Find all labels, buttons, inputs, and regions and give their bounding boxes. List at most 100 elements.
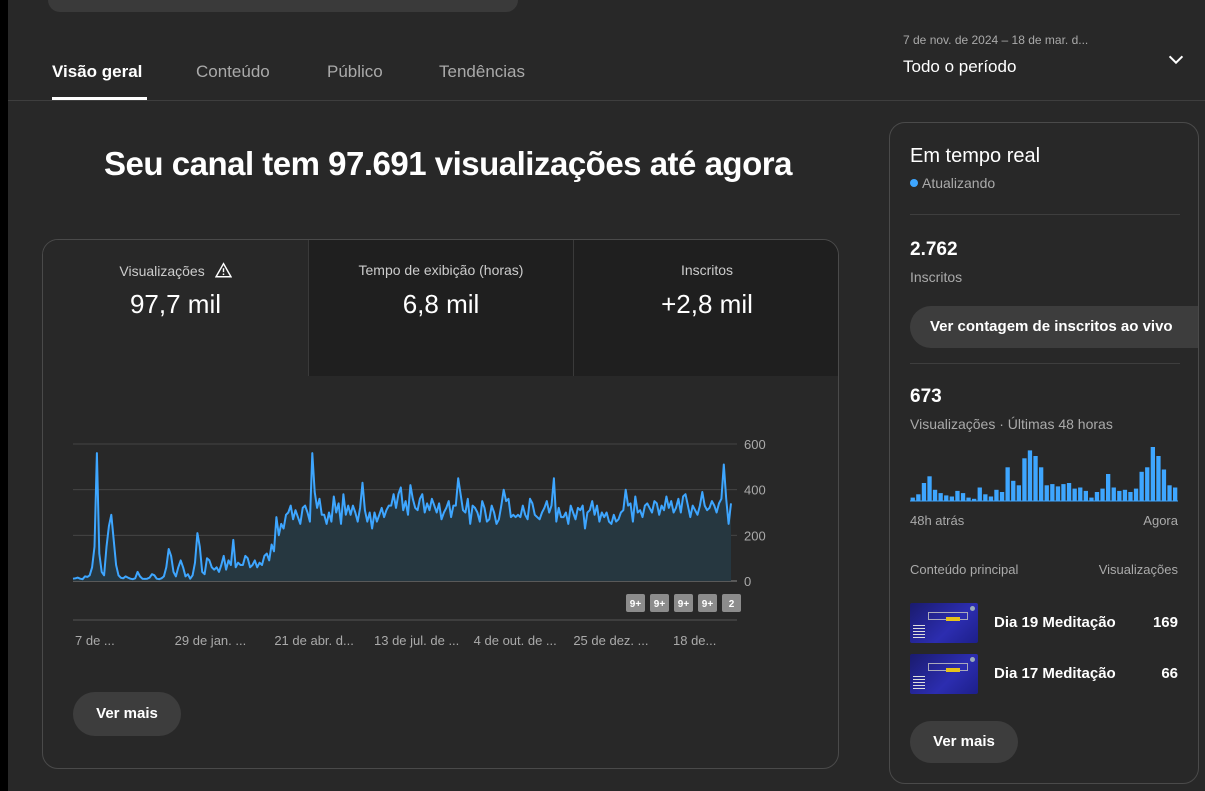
- x-tick-label: 4 de out. de ...: [474, 633, 557, 648]
- hourly-bar: [1078, 487, 1083, 501]
- x-tick-label: 21 de abr. d...: [274, 633, 354, 648]
- top-content-header: Conteúdo principal: [910, 562, 1019, 577]
- hourly-bar: [1156, 456, 1161, 501]
- see-more-button[interactable]: Ver mais: [73, 692, 181, 736]
- chevron-down-icon[interactable]: [1165, 49, 1187, 71]
- y-tick-label: 400: [744, 483, 766, 498]
- hourly-bar: [1128, 492, 1133, 501]
- hourly-bar: [927, 476, 932, 502]
- hourly-bar: [1145, 467, 1150, 502]
- hourly-bar: [1133, 488, 1139, 501]
- comment-badge-label: 2: [729, 599, 735, 610]
- hourly-bar: [1094, 492, 1100, 501]
- subscriber-label: Inscritos: [910, 269, 963, 285]
- tab-overview[interactable]: Visão geral: [52, 62, 142, 82]
- hourly-bar: [938, 493, 943, 501]
- hourly-bar: [1139, 471, 1144, 501]
- hourly-bar: [960, 493, 966, 501]
- metric-value: 97,7 mil: [129, 289, 222, 319]
- realtime-status: Atualizando: [922, 175, 996, 191]
- y-tick-label: 0: [744, 574, 751, 589]
- hourly-bar: [1150, 447, 1155, 501]
- top-content-item[interactable]: Dia 17 Meditação 66: [910, 654, 1178, 694]
- hourly-bar: [1005, 467, 1010, 502]
- hourly-bar: [972, 498, 977, 502]
- top-content-item[interactable]: Dia 19 Meditação 169: [910, 603, 1178, 643]
- hourly-bar: [1072, 488, 1077, 501]
- hourly-bar: [1161, 469, 1167, 501]
- hourly-bar: [1066, 483, 1072, 501]
- realtime-axis-end: Agora: [1143, 513, 1178, 528]
- realtime-see-more-button[interactable]: Ver mais: [910, 721, 1018, 763]
- period-selector[interactable]: 7 de nov. de 2024 – 18 de mar. d... Todo…: [903, 33, 1203, 89]
- live-dot-icon: [910, 179, 918, 187]
- video-thumbnail: [910, 654, 978, 694]
- hourly-bar: [921, 483, 927, 501]
- hourly-bar: [1022, 458, 1027, 502]
- metric-value: +2,8 mil: [661, 289, 753, 319]
- hourly-bar: [966, 497, 971, 501]
- hourly-bar: [949, 496, 954, 501]
- live-subscriber-count-button[interactable]: Ver contagem de inscritos ao vivo: [910, 306, 1198, 348]
- hourly-views-chart: [910, 447, 1178, 502]
- hourly-bar: [1050, 484, 1055, 501]
- hourly-bar: [1011, 480, 1016, 502]
- realtime-axis-start: 48h atrás: [910, 513, 965, 528]
- hourly-bar: [994, 489, 999, 502]
- tab-trends[interactable]: Tendências: [439, 62, 525, 82]
- divider: [910, 363, 1180, 364]
- x-tick-label: 13 de jul. de ...: [374, 633, 459, 648]
- divider: [910, 214, 1180, 215]
- metric-label: Visualizações: [119, 263, 205, 279]
- period-label: Todo o período: [903, 57, 1017, 76]
- metric-value: 6,8 mil: [402, 289, 480, 319]
- hourly-bar: [1044, 485, 1049, 502]
- hourly-bar: [983, 494, 988, 502]
- metric-watch-time[interactable]: Tempo de exibição (horas) 6,8 mil: [308, 240, 573, 376]
- hourly-bar: [1033, 456, 1038, 501]
- hourly-bar: [1173, 487, 1178, 501]
- subscriber-count: 2.762: [910, 239, 958, 260]
- hourly-bar: [1122, 489, 1128, 502]
- video-title: Dia 19 Meditação: [994, 614, 1116, 631]
- x-tick-label: 7 de ...: [75, 633, 115, 648]
- comment-badge-label: 9+: [630, 599, 642, 610]
- video-title: Dia 17 Meditação: [994, 665, 1116, 682]
- x-tick-label: 29 de jan. ...: [175, 633, 247, 648]
- hourly-bar: [916, 494, 921, 502]
- hourly-bar: [1039, 467, 1044, 502]
- hourly-bar: [1106, 474, 1111, 501]
- hourly-bar: [1016, 485, 1021, 502]
- metric-views[interactable]: Visualizações 97,7 mil: [43, 240, 308, 376]
- hourly-bar: [1027, 450, 1033, 501]
- realtime-views-label: Visualizações · Últimas 48 horas: [910, 416, 1113, 432]
- x-tick-label: 25 de dez. ...: [573, 633, 648, 648]
- comment-badge-label: 9+: [702, 599, 714, 610]
- tab-audience[interactable]: Público: [327, 62, 383, 82]
- hourly-bar: [1055, 486, 1061, 501]
- hourly-bar: [1083, 490, 1088, 501]
- hourly-bar: [955, 490, 960, 501]
- x-tick-label: 18 de...: [673, 633, 716, 648]
- hourly-bar: [1117, 490, 1122, 501]
- hourly-bar: [1061, 484, 1066, 501]
- warning-icon[interactable]: [214, 262, 232, 278]
- hourly-bar: [932, 489, 938, 502]
- hourly-bar: [1111, 487, 1116, 501]
- video-views: 66: [1161, 665, 1178, 682]
- page-title: Seu canal tem 97.691 visualizações até a…: [104, 145, 792, 182]
- analytics-panel: Visão geral Conteúdo Público Tendências …: [8, 0, 1205, 791]
- hourly-bar: [1089, 497, 1094, 501]
- metric-subscribers[interactable]: Inscritos +2,8 mil: [573, 240, 838, 376]
- tab-content[interactable]: Conteúdo: [196, 62, 270, 82]
- realtime-title: Em tempo real: [910, 145, 1041, 167]
- video-views: 169: [1152, 614, 1178, 631]
- hourly-bar: [1167, 485, 1172, 502]
- hourly-bar: [944, 495, 949, 501]
- views-chart: 600 400 200 0 9+ 9+ 9+ 9+ 2 7 de ... 29 de jan. ..…: [72, 437, 766, 648]
- hourly-bar: [988, 496, 994, 501]
- realtime-card: Em tempo real Atualizando 2.762 Inscrito…: [889, 122, 1199, 784]
- y-tick-label: 600: [744, 437, 766, 452]
- overview-chart-card: Visualizações 97,7 mil Tempo de exibição…: [42, 239, 839, 769]
- views-column-header: Visualizações: [1098, 562, 1178, 577]
